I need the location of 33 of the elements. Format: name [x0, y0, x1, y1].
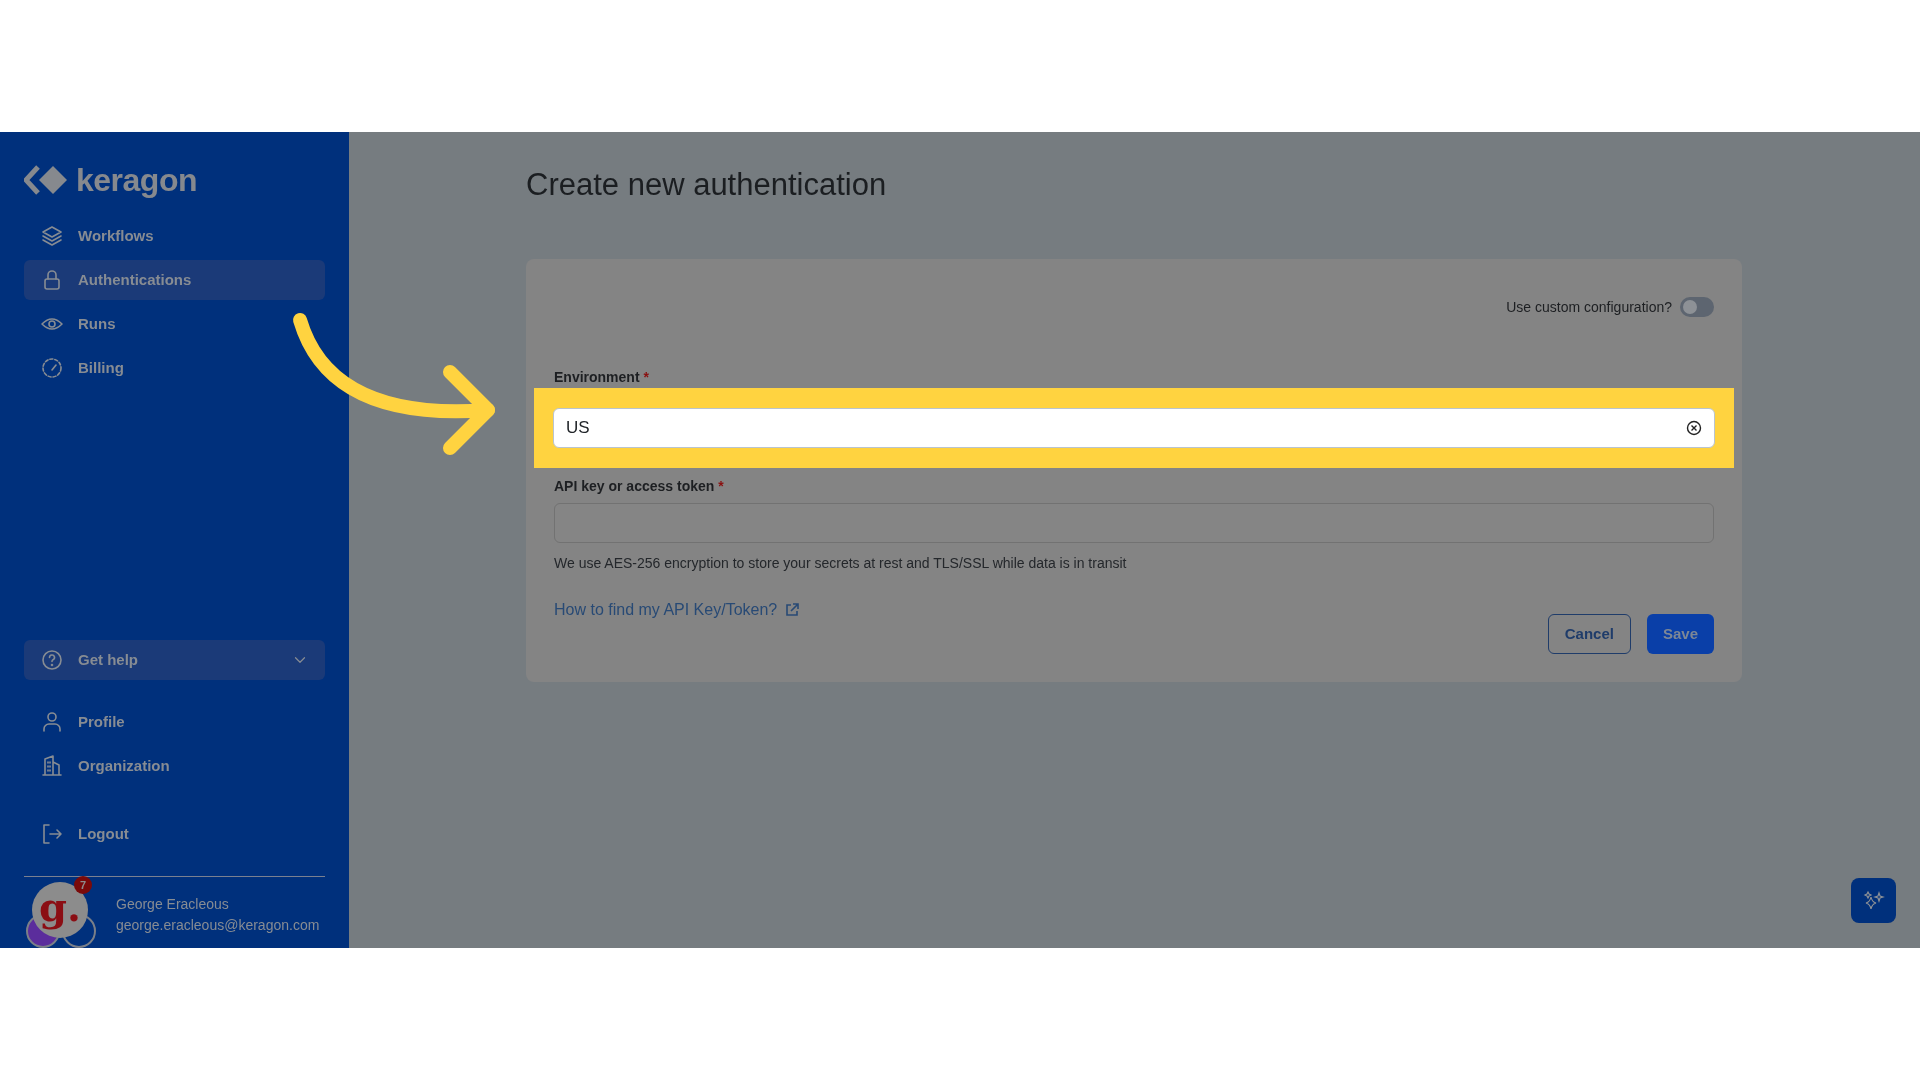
user-email: george.eracleous@keragon.com [116, 915, 320, 935]
sidebar-item[interactable]: Workflows [24, 216, 325, 256]
help-link[interactable]: How to find my API Key/Token? [554, 598, 778, 623]
sparkle-button[interactable] [1851, 878, 1896, 923]
logo-wordmark: keragon [76, 164, 197, 196]
sidebar-item[interactable]: Billing [24, 348, 325, 388]
sidebar-item[interactable]: Runs [24, 304, 325, 344]
get-help-menu[interactable]: Get help [24, 640, 325, 680]
sidebar-item[interactable]: Profile [24, 702, 325, 742]
help-icon [40, 648, 64, 672]
sidebar-item[interactable]: Authentications [24, 260, 325, 300]
layers-icon [40, 224, 64, 248]
field-label: Environment * [554, 368, 650, 388]
gauge-icon [40, 356, 64, 380]
logout-icon [40, 822, 64, 846]
notification-badge: 7 [74, 875, 92, 894]
input-field[interactable]: US [553, 408, 1715, 449]
custom-configuration-toggle[interactable] [1680, 297, 1714, 318]
person-icon [40, 710, 64, 734]
building-icon [40, 754, 64, 778]
sparkle-icon [1862, 889, 1885, 912]
logo-icon [24, 165, 68, 195]
sidebar-item[interactable]: Logout [24, 814, 325, 854]
save-button[interactable]: Save [1646, 614, 1714, 655]
clear-icon[interactable] [1686, 420, 1702, 437]
encryption-note: We use AES-256 encryption to store your secrets at rest and TLS/SSL while data is in transit [554, 554, 1128, 574]
user-name: George Eracleous [116, 894, 230, 914]
page-title: Create new authentication [526, 166, 888, 204]
cancel-button[interactable]: Cancel [1547, 614, 1631, 655]
field-label: API key or access token * [554, 477, 725, 497]
toggle-label: Use custom configuration? [1506, 297, 1672, 317]
sidebar-item[interactable]: Organization [24, 746, 325, 786]
external-link-icon [785, 603, 800, 618]
